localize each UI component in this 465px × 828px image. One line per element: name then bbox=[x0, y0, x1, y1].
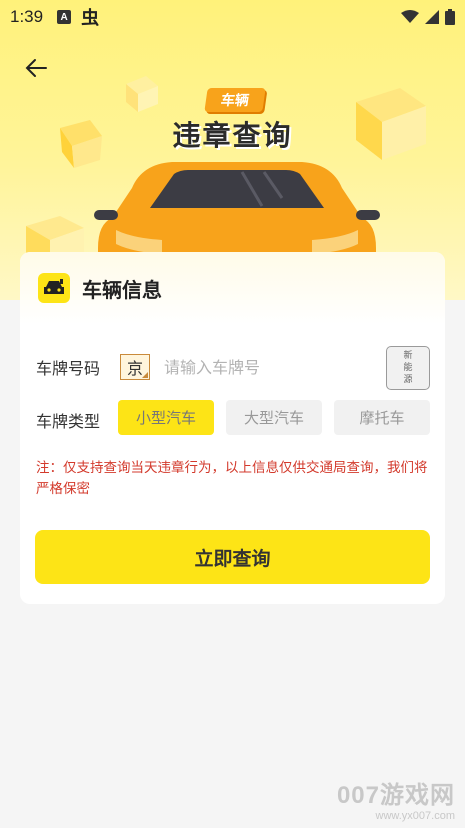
privacy-note: 注：仅支持查询当天违章行为，以上信息仅供交通局查询，我们将严格保密 bbox=[36, 460, 428, 497]
signal-icon bbox=[425, 10, 439, 24]
status-time: 1:39 bbox=[10, 7, 44, 26]
plate-number-label: 车牌号码 bbox=[36, 359, 101, 378]
watermark-brand: 007游戏网 bbox=[336, 782, 455, 809]
battery-icon bbox=[445, 9, 455, 25]
car-icon bbox=[38, 273, 70, 303]
watermark-url: www.yx007.com bbox=[375, 810, 455, 822]
query-button[interactable]: 立即查询 bbox=[35, 530, 430, 584]
vehicle-tag: 车辆 bbox=[204, 88, 266, 112]
province-value: 京 bbox=[126, 359, 143, 378]
plate-type-row: 车牌类型 bbox=[36, 408, 120, 432]
wifi-icon bbox=[401, 10, 419, 23]
page-title: 违章查询 bbox=[172, 119, 293, 152]
new-energy-char: 能 bbox=[403, 363, 413, 373]
card-title: 车辆信息 bbox=[82, 277, 162, 302]
notification-bug-icon: 虫 bbox=[81, 8, 100, 29]
new-energy-char: 源 bbox=[403, 375, 413, 385]
vehicle-info-card: 车辆信息 车牌号码 京 新 能 源 车牌类型 小型汽车 大型汽车 摩托车 注：仅… bbox=[20, 252, 445, 604]
new-energy-char: 新 bbox=[403, 351, 413, 361]
cube-decoration bbox=[126, 76, 158, 112]
plate-type-label: 车牌类型 bbox=[36, 412, 101, 431]
status-bar: 1:39 A 虫 bbox=[0, 0, 465, 34]
plate-number-row: 车牌号码 京 bbox=[36, 354, 374, 380]
dropdown-corner-icon bbox=[142, 372, 148, 378]
back-button[interactable] bbox=[18, 52, 54, 84]
watermark: 007游戏网 www.yx007.com bbox=[337, 775, 455, 822]
card-header: 车辆信息 bbox=[20, 252, 445, 324]
arrow-left-icon bbox=[25, 59, 47, 77]
type-small-car-button[interactable]: 小型汽车 bbox=[118, 400, 214, 435]
type-motorcycle-button[interactable]: 摩托车 bbox=[334, 400, 430, 435]
new-energy-button[interactable]: 新 能 源 bbox=[386, 346, 430, 390]
plate-number-input[interactable] bbox=[164, 357, 374, 377]
type-large-car-button[interactable]: 大型汽车 bbox=[226, 400, 322, 435]
notification-app-icon: A bbox=[57, 10, 72, 24]
province-selector[interactable]: 京 bbox=[120, 354, 150, 380]
